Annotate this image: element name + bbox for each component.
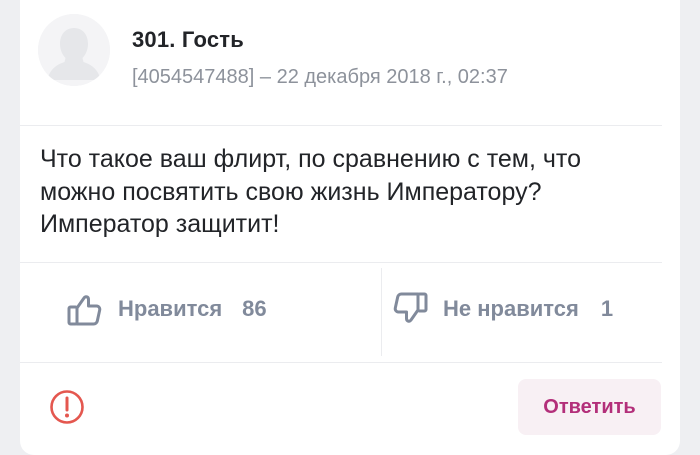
vote-divider — [381, 268, 382, 356]
dislike-label: Не нравится — [443, 296, 579, 321]
comment-meta: [4054547488] – 22 декабря 2018 г., 02:37 — [132, 66, 508, 88]
header-divider — [20, 125, 662, 126]
thumbs-down-icon — [391, 290, 429, 328]
comment-text: Что такое ваш флирт, по сравнению с тем,… — [40, 145, 581, 238]
comment-author: 301. Гость — [132, 27, 244, 52]
dislike-count: 1 — [600, 296, 614, 321]
thumbs-up-icon — [66, 290, 104, 328]
avatar[interactable] — [38, 14, 110, 86]
dislike-button[interactable]: Не нравится 1 — [391, 290, 613, 328]
user-silhouette-icon — [38, 14, 110, 86]
reply-button[interactable]: Ответить — [518, 379, 661, 435]
like-label: Нравится — [118, 296, 223, 321]
like-count: 86 — [242, 296, 267, 321]
like-button[interactable]: Нравится 86 — [66, 290, 267, 328]
comment-card: 301. Гость [4054547488] – 22 декабря 201… — [20, 0, 680, 455]
content-divider — [20, 262, 662, 263]
report-button[interactable] — [48, 388, 86, 426]
warning-circle-icon — [50, 390, 84, 424]
footer-divider — [20, 362, 662, 363]
